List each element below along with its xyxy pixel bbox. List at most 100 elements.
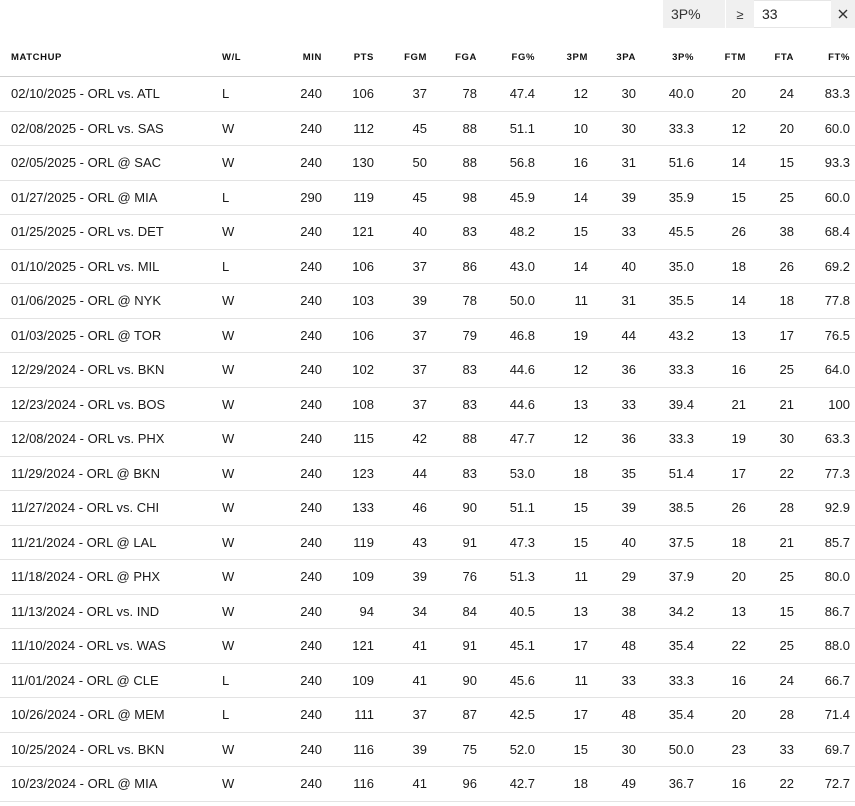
cell-fgm[interactable]: 37 [374,318,427,353]
cell-matchup[interactable]: 02/08/2025 - ORL vs. SAS [0,111,210,146]
cell-3pm[interactable]: 11 [535,283,588,319]
cell-3pm[interactable]: 10 [535,111,588,146]
cell-matchup[interactable]: 01/27/2025 - ORL @ MIA [0,180,210,215]
col-header-matchup[interactable]: MATCHUP [0,38,210,77]
cell-fgm[interactable]: 44 [374,456,427,491]
cell-fgm[interactable]: 39 [374,732,427,767]
cell-3pm[interactable]: 12 [535,76,588,112]
cell-matchup[interactable]: 12/08/2024 - ORL vs. PHX [0,421,210,457]
cell-matchup[interactable]: 11/29/2024 - ORL @ BKN [0,456,210,491]
filter-clear-button[interactable] [831,0,855,28]
filter-stat-select[interactable]: 3P% [663,0,725,28]
col-header-wl[interactable]: W/L [210,38,276,77]
cell-fgm[interactable]: 46 [374,490,427,526]
cell-3pm[interactable]: 11 [535,663,588,698]
cell-3pa[interactable]: 40 [588,249,636,284]
cell-matchup[interactable]: 01/03/2025 - ORL @ TOR [0,318,210,353]
cell-3pa[interactable]: 48 [588,628,636,664]
cell-3pm[interactable]: 19 [535,318,588,353]
cell-fgm[interactable]: 45 [374,180,427,215]
col-header-ftm[interactable]: FTM [694,38,746,77]
cell-3pa[interactable]: 49 [588,766,636,802]
cell-3pm[interactable]: 17 [535,697,588,733]
col-header-3pm[interactable]: 3PM [535,38,588,77]
cell-fgm[interactable]: 37 [374,697,427,733]
cell-fga[interactable]: 91 [427,628,477,664]
cell-matchup[interactable]: 11/01/2024 - ORL @ CLE [0,663,210,698]
cell-3pa[interactable]: 33 [588,387,636,422]
cell-matchup[interactable]: 11/18/2024 - ORL @ PHX [0,559,210,595]
cell-3pm[interactable]: 14 [535,249,588,284]
cell-fga[interactable]: 76 [427,559,477,595]
cell-fgm[interactable]: 41 [374,663,427,698]
cell-matchup[interactable]: 01/10/2025 - ORL vs. MIL [0,249,210,284]
col-header-fga[interactable]: FGA [427,38,477,77]
cell-3pm[interactable]: 11 [535,559,588,595]
cell-fgm[interactable]: 37 [374,76,427,112]
cell-matchup[interactable]: 11/27/2024 - ORL vs. CHI [0,490,210,526]
col-header-3pa[interactable]: 3PA [588,38,636,77]
cell-fgm[interactable]: 41 [374,628,427,664]
cell-fga[interactable]: 90 [427,663,477,698]
cell-fga[interactable]: 83 [427,456,477,491]
cell-3pm[interactable]: 14 [535,180,588,215]
cell-fga[interactable]: 78 [427,76,477,112]
cell-fgm[interactable]: 37 [374,387,427,422]
filter-operator-select[interactable]: ≥ [725,0,754,28]
cell-matchup[interactable]: 02/05/2025 - ORL @ SAC [0,145,210,181]
cell-fgm[interactable]: 41 [374,766,427,802]
cell-3pm[interactable]: 13 [535,387,588,422]
cell-3pa[interactable]: 33 [588,214,636,250]
cell-3pa[interactable]: 38 [588,594,636,629]
cell-fga[interactable]: 78 [427,283,477,319]
cell-3pm[interactable]: 18 [535,456,588,491]
cell-matchup[interactable]: 11/21/2024 - ORL @ LAL [0,525,210,560]
cell-fga[interactable]: 96 [427,766,477,802]
cell-3pm[interactable]: 13 [535,594,588,629]
cell-fgm[interactable]: 45 [374,111,427,146]
cell-fga[interactable]: 75 [427,732,477,767]
cell-fga[interactable]: 90 [427,490,477,526]
cell-matchup[interactable]: 12/23/2024 - ORL vs. BOS [0,387,210,422]
cell-3pm[interactable]: 16 [535,145,588,181]
col-header-3p-pct[interactable]: 3P% [636,38,694,77]
cell-3pm[interactable]: 12 [535,421,588,457]
cell-3pm[interactable]: 12 [535,352,588,388]
cell-matchup[interactable]: 11/13/2024 - ORL vs. IND [0,594,210,629]
col-header-fg-pct[interactable]: FG% [477,38,535,77]
filter-value-input[interactable]: 33 [754,0,831,28]
cell-fga[interactable]: 88 [427,145,477,181]
cell-3pm[interactable]: 15 [535,490,588,526]
cell-fgm[interactable]: 37 [374,352,427,388]
cell-fgm[interactable]: 39 [374,283,427,319]
cell-fga[interactable]: 84 [427,594,477,629]
col-header-fgm[interactable]: FGM [374,38,427,77]
cell-fgm[interactable]: 39 [374,559,427,595]
cell-matchup[interactable]: 10/23/2024 - ORL @ MIA [0,766,210,802]
cell-3pa[interactable]: 30 [588,732,636,767]
cell-3pa[interactable]: 44 [588,318,636,353]
cell-fgm[interactable]: 50 [374,145,427,181]
cell-3pa[interactable]: 30 [588,111,636,146]
cell-3pm[interactable]: 15 [535,525,588,560]
cell-3pa[interactable]: 31 [588,145,636,181]
cell-fgm[interactable]: 34 [374,594,427,629]
cell-fga[interactable]: 98 [427,180,477,215]
cell-fga[interactable]: 88 [427,421,477,457]
cell-fga[interactable]: 83 [427,352,477,388]
cell-matchup[interactable]: 11/10/2024 - ORL vs. WAS [0,628,210,664]
cell-3pa[interactable]: 40 [588,525,636,560]
cell-matchup[interactable]: 01/06/2025 - ORL @ NYK [0,283,210,319]
cell-3pa[interactable]: 33 [588,663,636,698]
cell-fgm[interactable]: 40 [374,214,427,250]
cell-3pa[interactable]: 29 [588,559,636,595]
cell-fga[interactable]: 83 [427,387,477,422]
cell-3pa[interactable]: 36 [588,421,636,457]
cell-3pm[interactable]: 17 [535,628,588,664]
cell-3pa[interactable]: 36 [588,352,636,388]
cell-fgm[interactable]: 37 [374,249,427,284]
cell-fga[interactable]: 91 [427,525,477,560]
cell-fga[interactable]: 83 [427,214,477,250]
cell-3pa[interactable]: 31 [588,283,636,319]
cell-fga[interactable]: 88 [427,111,477,146]
